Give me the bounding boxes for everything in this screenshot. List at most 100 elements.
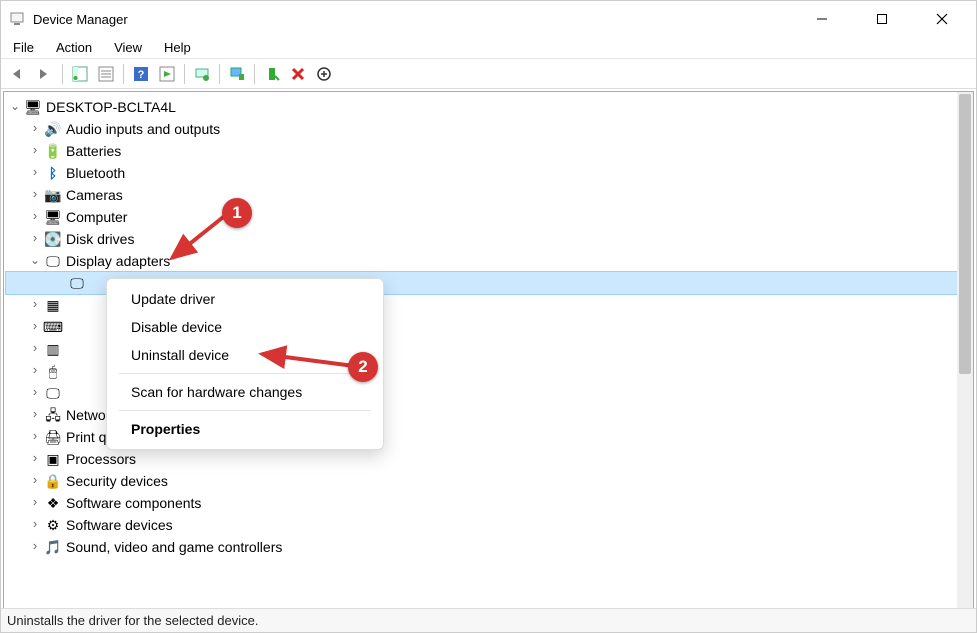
app-icon (9, 11, 25, 27)
tree-node-root[interactable]: 🖥DESKTOP-BCLTA4L (6, 96, 971, 118)
ctx-scan-hardware[interactable]: Scan for hardware changes (107, 378, 383, 406)
forward-button[interactable] (33, 62, 57, 86)
twisty-icon[interactable] (28, 249, 42, 273)
help-button[interactable]: ? (129, 62, 153, 86)
annotation-callout-2: 2 (348, 352, 378, 382)
twisty-icon[interactable] (28, 227, 42, 251)
toolbar-separator (254, 64, 255, 84)
twisty-icon[interactable] (28, 425, 42, 449)
disk-icon: 💽 (44, 230, 62, 248)
status-text: Uninstalls the driver for the selected d… (7, 613, 258, 628)
tree-node-security-devices[interactable]: 🔒Security devices (6, 470, 971, 492)
tree-node-label: Software components (66, 492, 201, 514)
ctx-properties[interactable]: Properties (107, 415, 383, 443)
scan-hardware-button[interactable] (225, 62, 249, 86)
scan-changes-button[interactable] (312, 62, 336, 86)
twisty-icon[interactable] (28, 161, 42, 185)
twisty-icon[interactable] (28, 491, 42, 515)
twisty-icon[interactable] (28, 513, 42, 537)
update-driver-button[interactable] (190, 62, 214, 86)
tree-node-label: Sound, video and game controllers (66, 536, 282, 558)
menubar: File Action View Help (1, 37, 976, 59)
minimize-button[interactable] (804, 5, 840, 33)
tree-node-software-components[interactable]: ❖Software components (6, 492, 971, 514)
tree-node-processors[interactable]: ▣Processors (6, 448, 971, 470)
action-button[interactable] (155, 62, 179, 86)
enable-device-button[interactable] (260, 62, 284, 86)
twisty-icon[interactable] (28, 183, 42, 207)
toolbar-separator (123, 64, 124, 84)
tree-pane: 🖥DESKTOP-BCLTA4L🔊Audio inputs and output… (3, 91, 974, 612)
uninstall-device-button[interactable] (286, 62, 310, 86)
ctx-disable-device[interactable]: Disable device (107, 313, 383, 341)
tree-node-label: DESKTOP-BCLTA4L (46, 96, 176, 118)
sound-icon: 🎵 (44, 538, 62, 556)
show-hide-tree-button[interactable] (68, 62, 92, 86)
tree-node-label: Computer (66, 206, 127, 228)
tree-node-software-devices[interactable]: ⚙Software devices (6, 514, 971, 536)
annotation-callout-1: 1 (222, 198, 252, 228)
svg-text:?: ? (138, 69, 145, 81)
tree-node-sound-video-and-game-controllers[interactable]: 🎵Sound, video and game controllers (6, 536, 971, 558)
ctx-update-driver[interactable]: Update driver (107, 285, 383, 313)
maximize-button[interactable] (864, 5, 900, 33)
scrollbar-thumb[interactable] (959, 94, 971, 374)
monitor-icon: 🖵 (44, 384, 62, 402)
menu-help[interactable]: Help (160, 38, 195, 57)
ctx-separator (119, 410, 371, 411)
tree-node-computer[interactable]: 🖥Computer (6, 206, 971, 228)
menu-view[interactable]: View (110, 38, 146, 57)
window-controls (804, 5, 968, 33)
tree-node-label: Display adapters (66, 250, 170, 272)
audio-icon: 🔊 (44, 120, 62, 138)
battery-icon: 🔋 (44, 142, 62, 160)
twisty-icon[interactable] (28, 469, 42, 493)
toolbar: ? (1, 59, 976, 89)
twisty-icon[interactable] (28, 535, 42, 559)
tree-node-label: Processors (66, 448, 136, 470)
security-icon: 🔒 (44, 472, 62, 490)
twisty-icon[interactable] (28, 447, 42, 471)
tree-node-bluetooth[interactable]: ᛒBluetooth (6, 162, 971, 184)
twisty-icon[interactable] (28, 315, 42, 339)
toolbar-separator (184, 64, 185, 84)
ide-icon: ▥ (44, 340, 62, 358)
chip-icon: ▦ (44, 296, 62, 314)
tree-node-label: Software devices (66, 514, 173, 536)
toolbar-separator (219, 64, 220, 84)
menu-action[interactable]: Action (52, 38, 96, 57)
twisty-icon[interactable] (28, 337, 42, 361)
twisty-icon[interactable] (28, 205, 42, 229)
tree-node-audio-inputs-and-outputs[interactable]: 🔊Audio inputs and outputs (6, 118, 971, 140)
camera-icon: 📷 (44, 186, 62, 204)
twisty-icon[interactable] (28, 359, 42, 383)
mouse-icon: 🖱 (44, 362, 62, 380)
properties-button[interactable] (94, 62, 118, 86)
twisty-icon[interactable] (28, 139, 42, 163)
twisty-icon[interactable] (8, 95, 22, 119)
display-icon: 🖵 (44, 252, 62, 270)
twisty-icon[interactable] (28, 381, 42, 405)
back-button[interactable] (7, 62, 31, 86)
tree-node-cameras[interactable]: 📷Cameras (6, 184, 971, 206)
close-button[interactable] (924, 5, 960, 33)
swcomp-icon: ❖ (44, 494, 62, 512)
twisty-icon[interactable] (28, 117, 42, 141)
twisty-icon[interactable] (28, 403, 42, 427)
tree-node-label: Disk drives (66, 228, 134, 250)
titlebar: Device Manager (1, 1, 976, 37)
tree-node-label: Cameras (66, 184, 123, 206)
tree-node-disk-drives[interactable]: 💽Disk drives (6, 228, 971, 250)
network-icon: 🖧 (44, 406, 62, 424)
twisty-icon[interactable] (28, 293, 42, 317)
vertical-scrollbar[interactable] (957, 92, 973, 611)
ctx-uninstall-device[interactable]: Uninstall device (107, 341, 383, 369)
computer-icon: 🖥 (24, 98, 42, 116)
menu-file[interactable]: File (9, 38, 38, 57)
cpu-icon: ▣ (44, 450, 62, 468)
context-menu: Update driver Disable device Uninstall d… (106, 278, 384, 450)
tree-node-label: Batteries (66, 140, 121, 162)
tree-node-display-adapters[interactable]: 🖵Display adapters (6, 250, 971, 272)
tree-node-batteries[interactable]: 🔋Batteries (6, 140, 971, 162)
tree-node-label: Bluetooth (66, 162, 125, 184)
